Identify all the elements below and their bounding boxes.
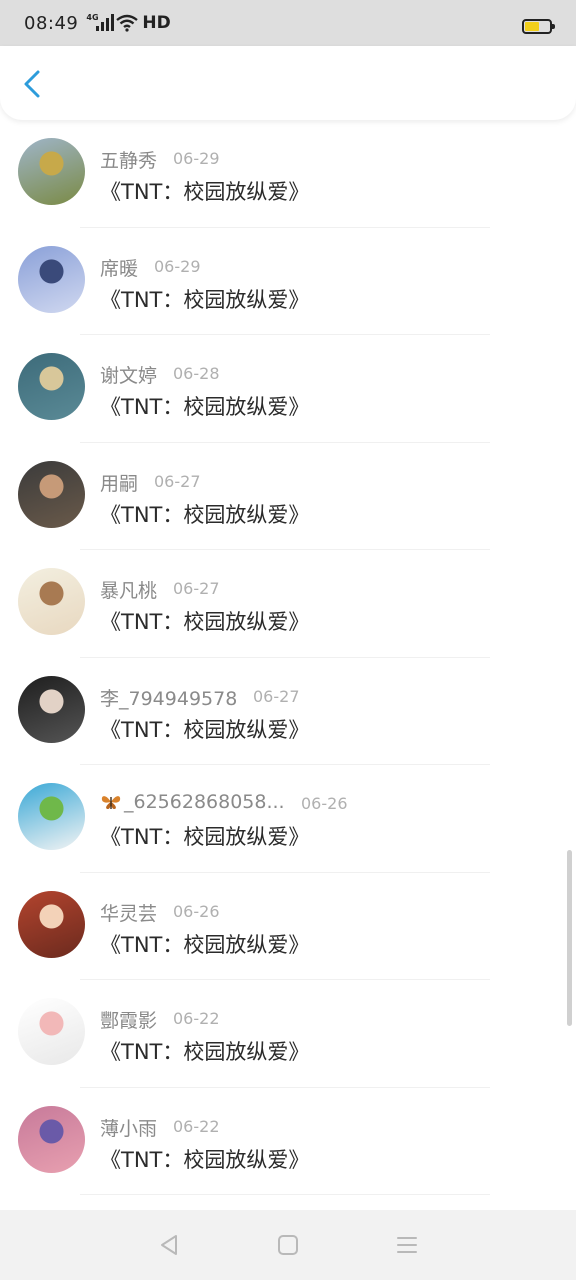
status-icons: 4G HD — [86, 13, 170, 33]
list-item[interactable]: 李_794949578 06-27 《TNT：校园放纵爱》 — [0, 658, 576, 765]
status-bar: 08:49 4G HD — [0, 0, 576, 46]
list-item[interactable]: _62562868058... 06-26 《TNT：校园放纵爱》 — [0, 765, 576, 873]
book-title: 《TNT：校园放纵爱》 — [100, 717, 310, 742]
avatar[interactable] — [18, 1105, 85, 1173]
header — [0, 46, 576, 120]
list-item[interactable]: 薄小雨 06-22 《TNT：校园放纵爱》 — [0, 1088, 576, 1195]
avatar[interactable] — [18, 245, 85, 313]
reader-date: 06-22 — [173, 1009, 220, 1028]
signal-icon: 4G — [86, 13, 115, 33]
reader-name-text: 薄小雨 — [100, 1117, 158, 1140]
battery-icon — [522, 19, 555, 34]
reader-date: 06-27 — [154, 471, 201, 491]
reader-date: 06-22 — [173, 1116, 220, 1136]
reader-name-text: 暴凡桃 — [100, 580, 158, 602]
nav-menu-button[interactable] — [387, 1225, 427, 1265]
reader-name[interactable]: 五静秀 — [100, 146, 157, 173]
reader-name-text: 用嗣 — [100, 472, 139, 495]
nav-back-button[interactable] — [149, 1225, 189, 1265]
avatar[interactable] — [18, 460, 85, 528]
avatar[interactable] — [18, 998, 85, 1065]
book-title: 《TNT：校园放纵爱》 — [100, 180, 310, 204]
book-title: 《TNT：校园放纵爱》 — [100, 287, 310, 312]
butterfly-icon — [101, 796, 121, 809]
list-item[interactable]: 酆霞影 06-22 《TNT：校园放纵爱》 — [0, 980, 576, 1088]
lines-menu-icon — [396, 1237, 417, 1253]
book-title: 《TNT：校园放纵爱》 — [100, 1040, 310, 1064]
reader-name[interactable]: 用嗣 — [100, 469, 138, 496]
reader-name-text: 酆霞影 — [100, 1010, 158, 1032]
avatar[interactable] — [18, 783, 85, 850]
avatar[interactable] — [18, 353, 85, 420]
reader-date: 06-27 — [173, 579, 220, 598]
list-item[interactable]: 席暖 06-29 《TNT：校园放纵爱》 — [0, 228, 576, 335]
nav-home-button[interactable] — [268, 1225, 308, 1265]
avatar[interactable] — [18, 675, 85, 743]
reader-name[interactable]: _62562868058... — [100, 791, 285, 813]
divider — [80, 1194, 490, 1195]
reader-name-text: _62562868058... — [124, 791, 285, 813]
avatar[interactable] — [18, 568, 85, 635]
reader-date: 06-27 — [253, 686, 300, 706]
reader-date: 06-26 — [301, 794, 348, 813]
list-item[interactable]: 五静秀 06-29 《TNT：校园放纵爱》 — [0, 120, 576, 228]
scrollbar[interactable] — [567, 850, 572, 1026]
reader-name[interactable]: 谢文婷 — [100, 361, 157, 388]
reader-name-text: 李_794949578 — [100, 687, 238, 710]
reader-name[interactable]: 薄小雨 — [100, 1114, 157, 1141]
reader-name[interactable]: 李_794949578 — [100, 684, 237, 711]
reader-date: 06-28 — [173, 364, 220, 383]
reader-name[interactable]: 酆霞影 — [100, 1006, 157, 1033]
square-home-icon — [277, 1235, 298, 1255]
book-title: 《TNT：校园放纵爱》 — [100, 502, 310, 527]
list-item[interactable]: 用嗣 06-27 《TNT：校园放纵爱》 — [0, 443, 576, 550]
chevron-left-icon — [24, 70, 40, 98]
reader-name[interactable]: 暴凡桃 — [100, 576, 157, 603]
list-item[interactable]: 暴凡桃 06-27 《TNT：校园放纵爱》 — [0, 550, 576, 658]
back-button[interactable] — [14, 66, 50, 102]
reader-date: 06-26 — [173, 901, 220, 921]
reader-date: 06-29 — [154, 256, 201, 276]
reader-date: 06-29 — [173, 149, 220, 168]
list-item[interactable]: 谢文婷 06-28 《TNT：校园放纵爱》 — [0, 335, 576, 443]
status-time: 08:49 — [24, 12, 79, 34]
reader-list: 五静秀 06-29 《TNT：校园放纵爱》 席暖 06-29 《TNT：校园放纵爱》 谢文婷… — [0, 120, 576, 1210]
reader-name-text: 席暖 — [100, 257, 139, 280]
nav-bar — [0, 1210, 576, 1280]
battery-fill — [525, 22, 540, 31]
reader-name-text: 华灵芸 — [100, 902, 158, 925]
book-title: 《TNT：校园放纵爱》 — [100, 932, 310, 957]
hd-label: HD — [142, 13, 171, 33]
list-item[interactable]: 华灵芸 06-26 《TNT：校园放纵爱》 — [0, 873, 576, 980]
avatar[interactable] — [18, 890, 85, 958]
book-title: 《TNT：校园放纵爱》 — [100, 395, 310, 419]
reader-name-text: 五静秀 — [100, 150, 158, 172]
avatar[interactable] — [18, 138, 85, 205]
book-title: 《TNT：校园放纵爱》 — [100, 610, 310, 634]
reader-name-text: 谢文婷 — [100, 365, 158, 387]
book-title: 《TNT：校园放纵爱》 — [100, 1147, 310, 1172]
reader-name[interactable]: 华灵芸 — [100, 899, 157, 926]
reader-name[interactable]: 席暖 — [100, 254, 138, 281]
book-title: 《TNT：校园放纵爱》 — [100, 825, 310, 849]
wifi-icon — [116, 14, 139, 32]
triangle-back-icon — [161, 1235, 178, 1255]
